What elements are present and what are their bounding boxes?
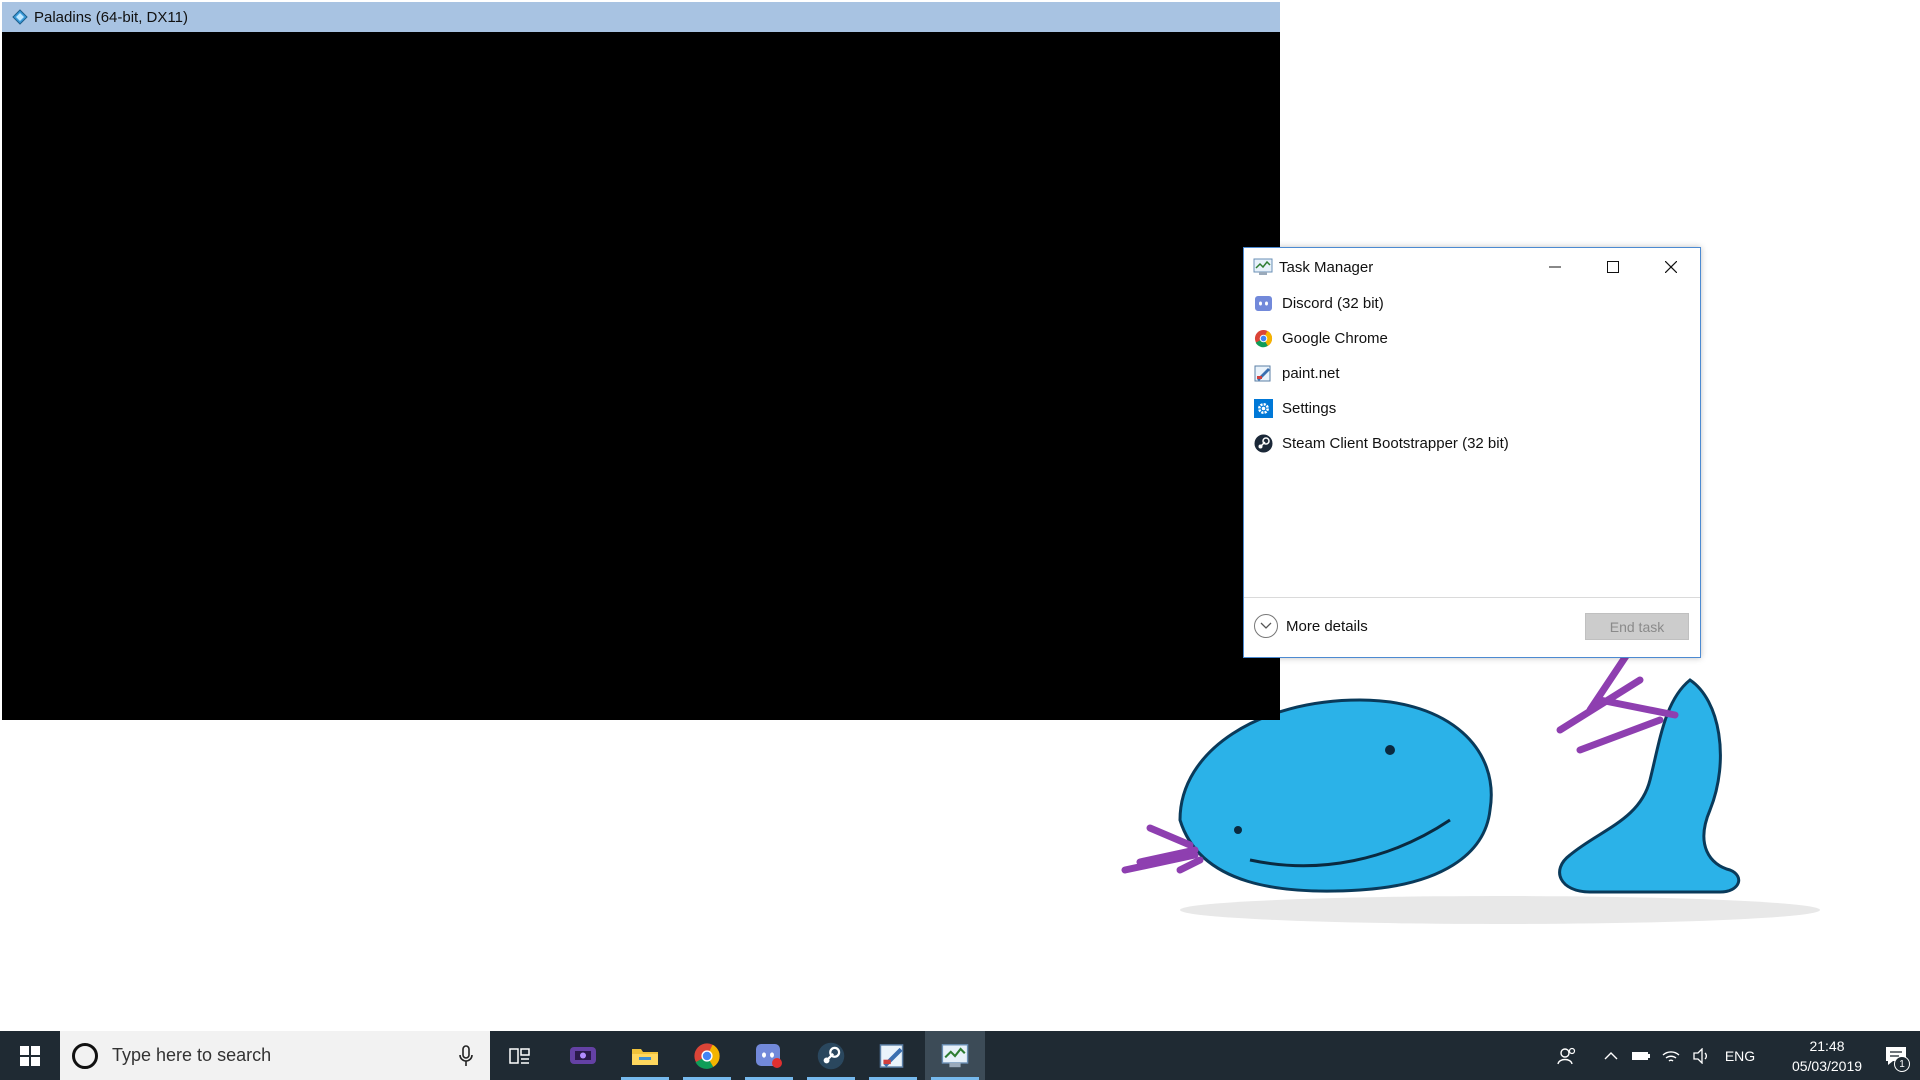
chevron-down-icon xyxy=(1254,614,1278,638)
volume-button[interactable] xyxy=(1687,1031,1715,1080)
battery-icon xyxy=(1632,1051,1650,1060)
network-button[interactable] xyxy=(1657,1031,1685,1080)
paladins-game-viewport[interactable] xyxy=(2,32,1280,720)
process-list: Discord (32 bit) Google Chrome paint.net… xyxy=(1244,286,1700,598)
battery-button[interactable] xyxy=(1627,1031,1655,1080)
more-details-button[interactable]: More details xyxy=(1254,614,1368,638)
list-item-label: Settings xyxy=(1282,400,1337,417)
microphone-icon[interactable] xyxy=(454,1043,478,1069)
taskbar-discord[interactable] xyxy=(739,1031,799,1080)
taskbar-task-manager[interactable] xyxy=(925,1031,985,1080)
paladins-window[interactable]: Paladins (64-bit, DX11) xyxy=(2,2,1280,720)
list-item-chrome[interactable]: Google Chrome xyxy=(1244,321,1700,356)
discord-icon xyxy=(1254,294,1273,313)
minimize-icon xyxy=(1549,266,1561,268)
clock-time: 21:48 xyxy=(1809,1037,1845,1054)
list-item-settings[interactable]: Settings xyxy=(1244,391,1700,426)
action-center-button[interactable]: 1 xyxy=(1872,1031,1920,1080)
people-icon xyxy=(1557,1047,1576,1064)
cortana-icon xyxy=(72,1042,98,1069)
twitch-icon xyxy=(570,1046,596,1064)
paintnet-icon xyxy=(1254,364,1273,383)
taskbar-search-box[interactable]: Type here to search xyxy=(60,1031,490,1080)
list-item-label: paint.net xyxy=(1282,365,1340,382)
list-item-label: Google Chrome xyxy=(1282,330,1388,347)
task-manager-icon xyxy=(1253,258,1273,276)
taskbar: Type here to search ENG 21:48 05/03/2019… xyxy=(0,1031,1920,1080)
language-indicator[interactable]: ENG xyxy=(1720,1031,1760,1080)
task-manager-titlebar[interactable]: Task Manager xyxy=(1244,248,1700,286)
paladins-window-title: Paladins (64-bit, DX11) xyxy=(34,8,188,26)
list-item-discord[interactable]: Discord (32 bit) xyxy=(1244,286,1700,321)
clock-date: 05/03/2019 xyxy=(1791,1057,1863,1074)
chrome-icon xyxy=(694,1042,720,1069)
list-item-label: Steam Client Bootstrapper (32 bit) xyxy=(1282,435,1509,452)
maximize-icon xyxy=(1607,261,1619,273)
people-button[interactable] xyxy=(1552,1031,1582,1080)
paintnet-icon xyxy=(879,1043,904,1068)
list-item-label: Discord (32 bit) xyxy=(1282,295,1384,312)
notification-count-badge: 1 xyxy=(1894,1056,1910,1072)
task-manager-title: Task Manager xyxy=(1279,258,1374,276)
more-details-label: More details xyxy=(1286,617,1368,635)
close-button[interactable] xyxy=(1642,248,1700,286)
task-manager-window[interactable]: Task Manager Discord (32 bit) Google Chr… xyxy=(1243,247,1701,658)
end-task-button[interactable]: End task xyxy=(1585,613,1689,640)
task-view-icon xyxy=(509,1047,530,1064)
settings-icon xyxy=(1254,399,1273,418)
task-view-button[interactable] xyxy=(490,1031,550,1080)
chevron-up-icon xyxy=(1604,1051,1618,1059)
close-icon xyxy=(1665,261,1677,273)
taskbar-steam[interactable] xyxy=(801,1031,861,1080)
discord-icon xyxy=(756,1043,782,1068)
file-explorer-icon xyxy=(632,1048,658,1065)
taskbar-file-explorer[interactable] xyxy=(615,1031,675,1080)
taskbar-paintnet[interactable] xyxy=(863,1031,923,1080)
task-manager-icon xyxy=(941,1043,969,1067)
maximize-button[interactable] xyxy=(1584,248,1642,286)
taskbar-chrome[interactable] xyxy=(677,1031,737,1080)
wifi-icon xyxy=(1662,1050,1680,1062)
list-item-paintnet[interactable]: paint.net xyxy=(1244,356,1700,391)
taskbar-twitch[interactable] xyxy=(553,1031,613,1080)
steam-icon xyxy=(1254,434,1273,453)
speaker-icon xyxy=(1693,1047,1707,1064)
paladins-titlebar[interactable]: Paladins (64-bit, DX11) xyxy=(2,2,1280,32)
windows-logo-icon xyxy=(20,1045,40,1066)
start-button[interactable] xyxy=(0,1031,60,1080)
minimize-button[interactable] xyxy=(1526,248,1584,286)
steam-icon xyxy=(817,1042,845,1069)
search-placeholder: Type here to search xyxy=(112,1045,272,1065)
clock[interactable]: 21:48 05/03/2019 xyxy=(1782,1031,1872,1080)
show-hidden-icons-button[interactable] xyxy=(1597,1031,1625,1080)
paladins-app-icon xyxy=(12,9,28,25)
list-item-steam[interactable]: Steam Client Bootstrapper (32 bit) xyxy=(1244,426,1700,461)
chrome-icon xyxy=(1254,329,1273,348)
task-manager-footer: More details End task xyxy=(1244,597,1700,657)
